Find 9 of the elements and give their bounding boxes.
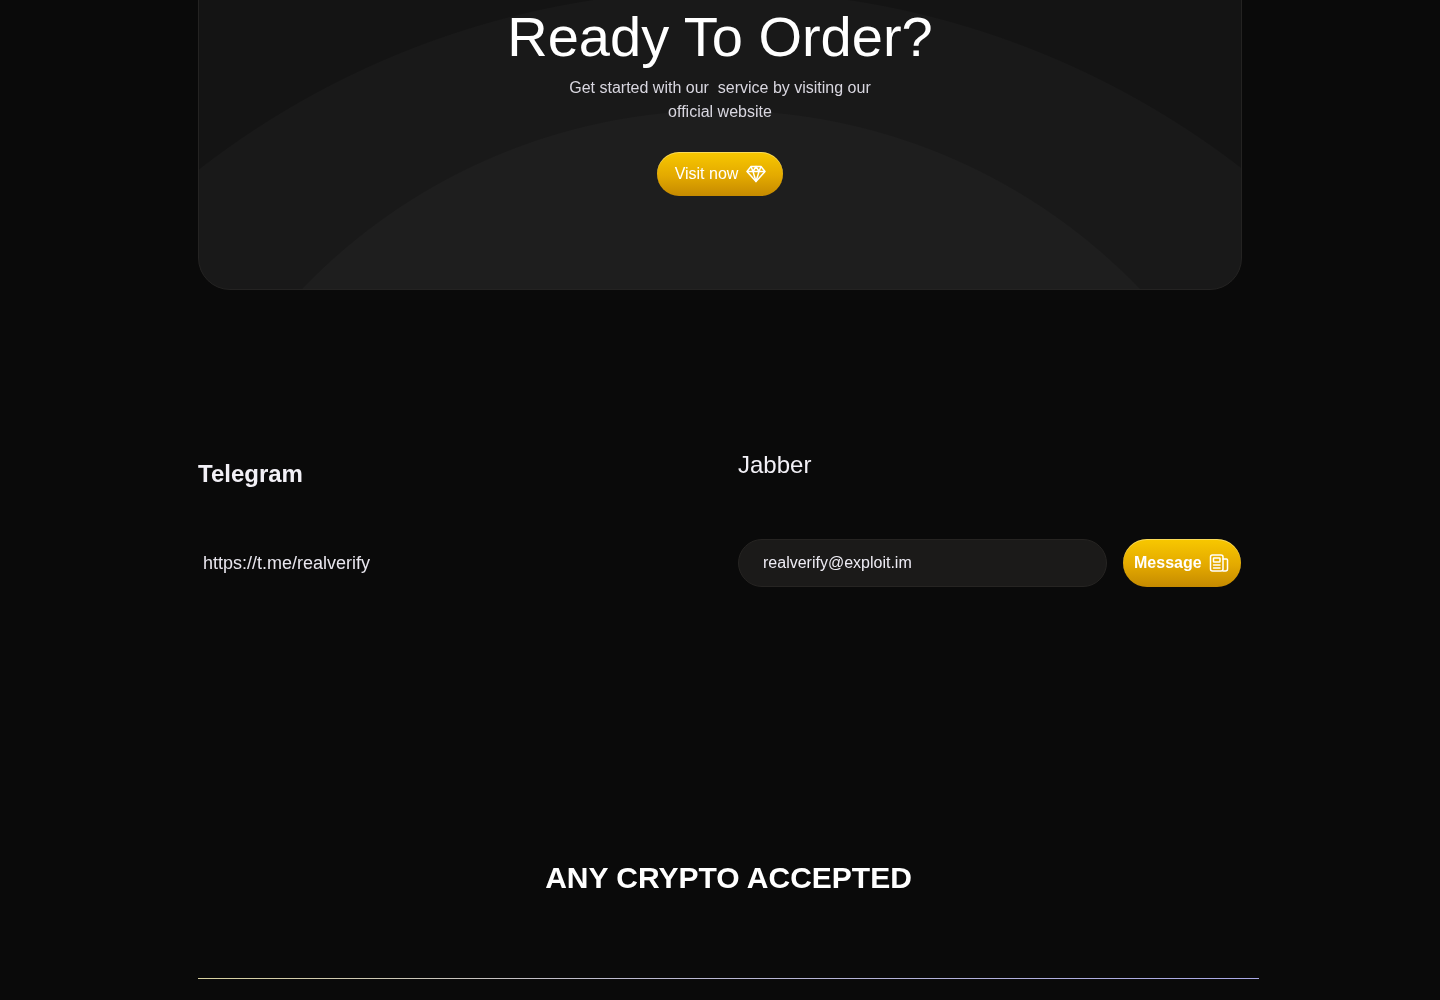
diamond-icon xyxy=(746,165,767,183)
cta-heading: Ready To Order? xyxy=(507,6,933,68)
section-heading: ANY CRYPTO ACCEPTED xyxy=(544,860,913,896)
contact-heading: Telegram xyxy=(198,459,303,489)
contact-link[interactable]: https://t.me/realverify xyxy=(203,551,371,575)
document-icon xyxy=(1208,553,1229,573)
cta-subtitle: Get started with our service by visiting our official website xyxy=(568,78,872,122)
email-field[interactable]: realverify@exploit.im xyxy=(738,539,1107,587)
contact-heading: Jabber xyxy=(738,450,812,480)
